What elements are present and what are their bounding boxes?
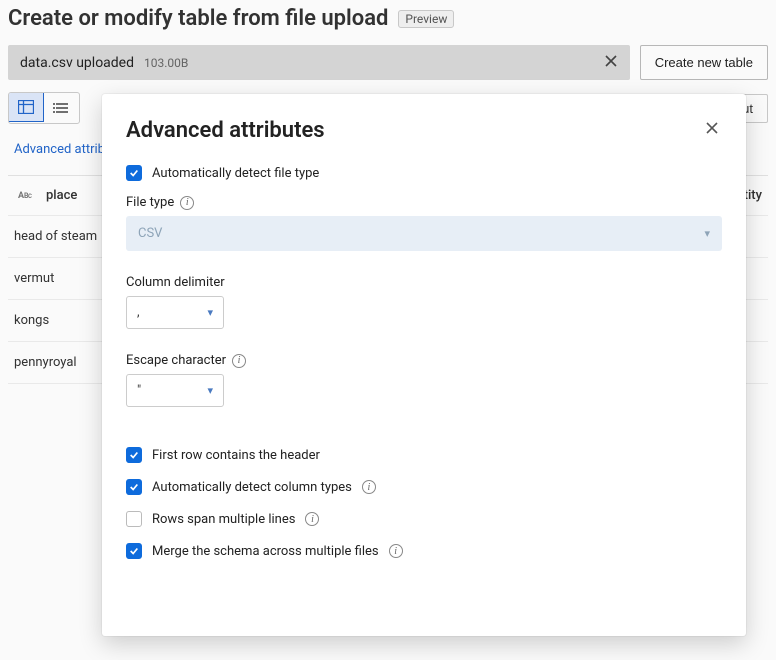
rows-span-checkbox[interactable] <box>126 511 142 527</box>
chevron-down-icon: ▾ <box>704 227 710 240</box>
close-modal-icon[interactable] <box>702 118 722 143</box>
rows-span-row: Rows span multiple lines i <box>126 511 722 527</box>
column-delimiter-select[interactable]: , ▾ <box>126 296 224 329</box>
info-icon[interactable]: i <box>362 480 376 494</box>
auto-detect-file-type-checkbox[interactable] <box>126 165 142 181</box>
file-type-select: CSV ▾ <box>126 216 722 251</box>
rows-span-label: Rows span multiple lines <box>152 512 295 527</box>
merge-schema-checkbox[interactable] <box>126 543 142 559</box>
merge-schema-label: Merge the schema across multiple files <box>152 544 379 559</box>
chevron-down-icon: ▾ <box>207 306 213 319</box>
auto-detect-file-type-label: Automatically detect file type <box>152 166 319 181</box>
escape-character-label: Escape character i <box>126 353 722 368</box>
options-group: First row contains the header Automatica… <box>126 447 722 559</box>
modal-title: Advanced attributes <box>126 118 325 143</box>
modal-header: Advanced attributes <box>126 118 722 143</box>
first-row-header-checkbox[interactable] <box>126 447 142 463</box>
escape-character-select[interactable]: " ▾ <box>126 374 224 407</box>
first-row-header-label: First row contains the header <box>152 448 320 463</box>
info-icon[interactable]: i <box>232 354 246 368</box>
auto-detect-cols-row: Automatically detect column types i <box>126 479 722 495</box>
first-row-header-row: First row contains the header <box>126 447 722 463</box>
auto-detect-cols-checkbox[interactable] <box>126 479 142 495</box>
info-icon[interactable]: i <box>305 512 319 526</box>
merge-schema-row: Merge the schema across multiple files i <box>126 543 722 559</box>
info-icon[interactable]: i <box>389 544 403 558</box>
advanced-attributes-modal: Advanced attributes Automatically detect… <box>102 94 746 636</box>
info-icon[interactable]: i <box>180 196 194 210</box>
auto-detect-file-type-row: Automatically detect file type <box>126 165 722 181</box>
column-delimiter-label: Column delimiter <box>126 275 722 290</box>
auto-detect-cols-label: Automatically detect column types <box>152 480 352 495</box>
file-type-label: File type i <box>126 195 722 210</box>
chevron-down-icon: ▾ <box>207 384 213 397</box>
